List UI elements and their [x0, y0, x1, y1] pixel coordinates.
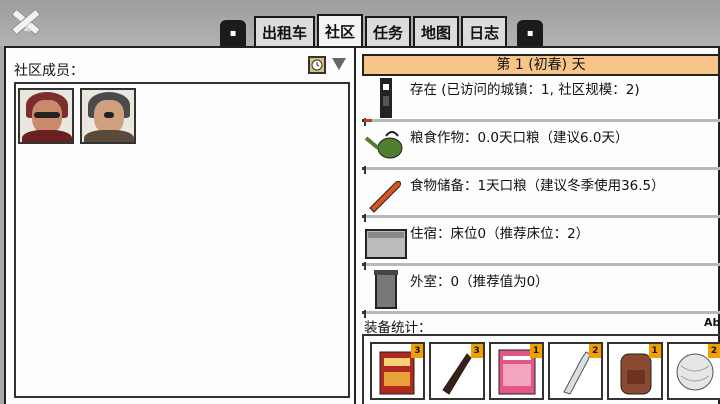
member-avatar[interactable]: [80, 88, 136, 144]
equipment-slot-water-bottle[interactable]: 2: [547, 342, 604, 400]
equipment-qty: 1: [529, 344, 542, 358]
equipment-slot-bottle[interactable]: 3: [429, 342, 485, 400]
bed-icon: [364, 222, 408, 262]
clock-icon[interactable]: [308, 56, 326, 74]
stat-existence: 存在 (已访问的城镇：1, 社区规模：2): [360, 76, 720, 126]
members-title: 社区成员：: [14, 63, 84, 79]
stat-crops-text: 粮食作物：0.0天口粮（建议6.0天）: [410, 130, 629, 146]
stat-outdoor-text: 外室：0（推荐值为0）: [410, 274, 549, 290]
equipment-slot-backpack[interactable]: 1: [607, 342, 663, 400]
tab-community[interactable]: 社区: [317, 14, 364, 46]
main-frame: 社区成员： 第 1 (初春) 天 存在 (已访问的城镇：1, 社区规模：2) 粮…: [4, 46, 720, 404]
equipment-sort-button[interactable]: Abc: [704, 316, 720, 329]
equipment-title: 装备统计：: [364, 320, 432, 336]
members-panel: 社区成员：: [6, 48, 356, 404]
tab-tasks[interactable]: 任务: [365, 16, 412, 46]
equipment-grid: 3 3 1 2 1 2: [362, 334, 720, 404]
watering-can-icon: [364, 126, 408, 166]
stat-crops: 粮食作物：0.0天口粮（建议6.0天）: [360, 124, 720, 174]
tower-icon: [364, 78, 408, 118]
equipment-slot-yarn[interactable]: 2: [666, 342, 720, 400]
equipment-qty: 3: [411, 344, 424, 358]
top-bar: 游 ▪ 出租车 社区 任务 地图 日志 ▪: [0, 0, 720, 46]
stat-food: 食物储备：1天口粮（建议冬季使用36.5）: [360, 172, 720, 222]
outhouse-icon: [364, 270, 408, 310]
tab-bar: ▪ 出租车 社区 任务 地图 日志 ▪: [212, 14, 551, 46]
stat-existence-text: 存在 (已访问的城镇：1, 社区规模：2): [410, 82, 640, 98]
stat-food-text: 食物储备：1天口粮（建议冬季使用36.5）: [410, 178, 665, 194]
tab-taxi[interactable]: 出租车: [254, 16, 316, 46]
equipment-qty: 3: [470, 344, 483, 358]
equipment-qty: 2: [707, 344, 720, 358]
members-list: [14, 82, 350, 398]
existence-level: [364, 119, 372, 122]
day-banner: 第 1 (初春) 天: [362, 54, 720, 76]
member-avatar[interactable]: [18, 88, 74, 144]
tab-prev-button[interactable]: ▪: [220, 20, 246, 46]
status-panel: 第 1 (初春) 天 存在 (已访问的城镇：1, 社区规模：2) 粮食作物：0.…: [360, 48, 720, 404]
carrot-icon: [364, 174, 408, 214]
equipment-qty: 2: [589, 344, 602, 358]
tab-log[interactable]: 日志: [461, 16, 508, 46]
equipment-slot-book[interactable]: 1: [488, 342, 544, 400]
stat-outdoor: 外室：0（推荐值为0）: [360, 268, 720, 318]
tab-map[interactable]: 地图: [413, 16, 460, 46]
logo: 游: [2, 2, 54, 42]
tab-next-button[interactable]: ▪: [517, 20, 544, 46]
stat-housing: 住宿：床位0（推荐床位：2）: [360, 220, 720, 270]
equipment-qty: 1: [648, 344, 661, 358]
stat-housing-text: 住宿：床位0（推荐床位：2）: [410, 226, 590, 242]
triangle-down-icon[interactable]: [332, 58, 346, 70]
equipment-slot-cheese-box[interactable]: 3: [370, 342, 426, 400]
